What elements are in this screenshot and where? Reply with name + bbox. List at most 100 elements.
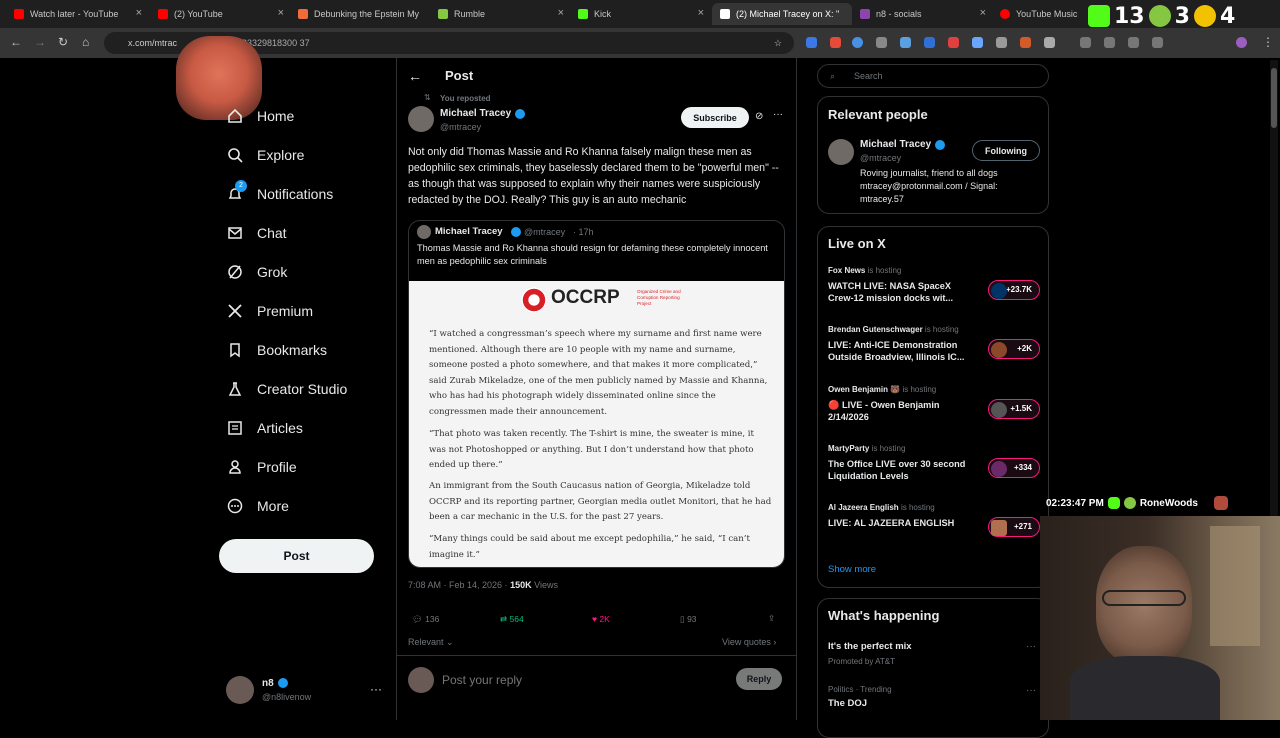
browser-tab[interactable]: (2) YouTube ×: [150, 3, 290, 25]
live-item[interactable]: Brendan Gutenschwager is hosting LIVE: A…: [828, 325, 1040, 377]
author-name[interactable]: Michael Tracey: [440, 108, 511, 119]
more-icon[interactable]: ···: [773, 109, 783, 120]
bookmark-action[interactable]: ▯ 93: [680, 614, 697, 625]
avatar[interactable]: [828, 139, 854, 165]
browser-tab[interactable]: Kick ×: [570, 3, 710, 25]
stream-platform-counters: 13 3 4: [1088, 3, 1280, 29]
reply-button[interactable]: Reply: [736, 668, 782, 690]
avatar[interactable]: [1236, 37, 1247, 48]
section-title: Relevant people: [828, 107, 928, 122]
puzzle-icon[interactable]: [1044, 37, 1055, 48]
browser-tab-active[interactable]: (2) Michael Tracey on X: ": [712, 3, 852, 25]
more-icon[interactable]: ···: [370, 682, 382, 696]
nav-chat[interactable]: Chat: [226, 221, 287, 245]
host-name: Owen Benjamin 🐻: [828, 385, 901, 394]
avatar: [991, 520, 1007, 536]
url-text-start: x.com/mtrac: [128, 38, 178, 48]
person-handle: @mtracey: [860, 153, 902, 163]
account-switcher[interactable]: n8 @n8livenow ···: [226, 676, 386, 706]
x-logo-icon: [226, 302, 244, 320]
extension-icon[interactable]: [852, 37, 863, 48]
home-icon[interactable]: ⌂: [82, 35, 89, 49]
live-title: WATCH LIVE: NASA SpaceX Crew-12 mission …: [828, 281, 954, 303]
live-item[interactable]: MartyParty is hosting The Office LIVE ov…: [828, 444, 1040, 496]
browser-tab[interactable]: Rumble ×: [430, 3, 570, 25]
nav-articles[interactable]: Articles: [226, 416, 303, 440]
person-name[interactable]: Michael Tracey: [860, 139, 931, 150]
trend-meta: Promoted by AT&T: [828, 657, 895, 666]
extension-icon[interactable]: [924, 37, 935, 48]
live-title: LIVE: AL JAZEERA ENGLISH: [828, 518, 955, 528]
devtools-icon[interactable]: [1128, 37, 1139, 48]
stream-clock: 02:23:47 PM: [1046, 497, 1104, 509]
browser-tab[interactable]: n8 - socials ×: [852, 3, 992, 25]
close-icon[interactable]: ×: [136, 7, 142, 19]
forward-icon[interactable]: →: [34, 35, 46, 49]
extension-icon[interactable]: [972, 37, 983, 48]
nav-grok[interactable]: Grok: [226, 260, 287, 284]
post-timestamp[interactable]: 7:08 AM · Feb 14, 2026 ·: [408, 580, 508, 590]
like-action[interactable]: ♥ 2K: [592, 614, 610, 624]
sidepanel-icon[interactable]: [1152, 37, 1163, 48]
extension-icon[interactable]: [1020, 37, 1031, 48]
browser-tab[interactable]: YouTube Music: [992, 3, 1088, 25]
history-icon[interactable]: [1080, 37, 1091, 48]
more-circle-icon: [226, 497, 244, 515]
download-icon[interactable]: [1104, 37, 1115, 48]
post-button[interactable]: Post: [219, 539, 374, 573]
close-icon[interactable]: ×: [278, 7, 284, 19]
close-icon[interactable]: ×: [980, 7, 986, 19]
grok-icon[interactable]: ⊘: [755, 111, 763, 122]
nav-creator-studio[interactable]: Creator Studio: [226, 377, 347, 401]
back-icon[interactable]: ←: [10, 35, 22, 49]
extension-icon[interactable]: [830, 37, 841, 48]
browser-tab[interactable]: Watch later - YouTube ×: [6, 3, 148, 25]
reload-icon[interactable]: ↻: [58, 35, 68, 49]
live-item[interactable]: Fox News is hosting WATCH LIVE: NASA Spa…: [828, 266, 1040, 318]
nav-explore[interactable]: Explore: [226, 143, 304, 167]
close-icon[interactable]: ×: [558, 7, 564, 19]
close-icon[interactable]: ×: [698, 7, 704, 19]
nav-more[interactable]: More: [226, 494, 289, 518]
scrollbar-thumb[interactable]: [1271, 68, 1277, 128]
subscribe-button[interactable]: Subscribe: [681, 107, 749, 128]
extension-icon[interactable]: [996, 37, 1007, 48]
following-button[interactable]: Following: [972, 140, 1040, 161]
avatar[interactable]: [408, 106, 434, 132]
share-icon[interactable]: ⇪: [768, 613, 775, 624]
nav-home[interactable]: Home: [226, 104, 294, 128]
chevron-down-icon: ⌄: [446, 637, 454, 647]
search-input[interactable]: ⌕ Search: [817, 64, 1049, 88]
kick-icon: [1088, 5, 1110, 27]
menu-icon[interactable]: ⋮: [1262, 35, 1274, 49]
live-item[interactable]: Al Jazeera English is hosting LIVE: AL J…: [828, 503, 1040, 555]
nav-notifications[interactable]: 2 Notifications: [226, 180, 333, 206]
show-more-link[interactable]: Show more: [828, 564, 876, 575]
stream-channel: RoneWoods: [1139, 497, 1198, 509]
verified-icon: [511, 227, 521, 237]
youtube-icon: [158, 9, 168, 19]
repost-action[interactable]: ⇄ 564: [500, 614, 524, 625]
nav-bookmarks[interactable]: Bookmarks: [226, 338, 327, 362]
sort-dropdown[interactable]: Relevant ⌄: [408, 637, 454, 648]
star-icon[interactable]: ☆: [774, 32, 782, 54]
reply-action[interactable]: 💬︎ 136: [412, 614, 439, 625]
avatar: [991, 461, 1007, 477]
kick-icon: [1107, 497, 1120, 509]
reply-input[interactable]: [440, 669, 720, 691]
browser-tab[interactable]: Debunking the Epstein My: [290, 3, 430, 25]
reposted-label: You reposted: [440, 94, 491, 103]
extension-icon[interactable]: [876, 37, 887, 48]
live-item[interactable]: Owen Benjamin 🐻 is hosting 🔴 LIVE - Owen…: [828, 385, 1040, 437]
more-icon[interactable]: ···: [1026, 641, 1036, 652]
quoted-post[interactable]: Michael Tracey @mtracey · 17h Thomas Mas…: [408, 220, 785, 568]
nav-profile[interactable]: Profile: [226, 455, 297, 479]
nav-premium[interactable]: Premium: [226, 299, 313, 323]
extension-icon[interactable]: [948, 37, 959, 48]
extension-icon[interactable]: [806, 37, 817, 48]
view-quotes-link[interactable]: View quotes ›: [722, 637, 776, 647]
more-icon[interactable]: ···: [1026, 685, 1036, 696]
extension-icon[interactable]: [900, 37, 911, 48]
back-arrow-icon[interactable]: ←: [408, 68, 422, 84]
live-title: LIVE: Anti-ICE Demonstration Outside Bro…: [828, 340, 965, 362]
